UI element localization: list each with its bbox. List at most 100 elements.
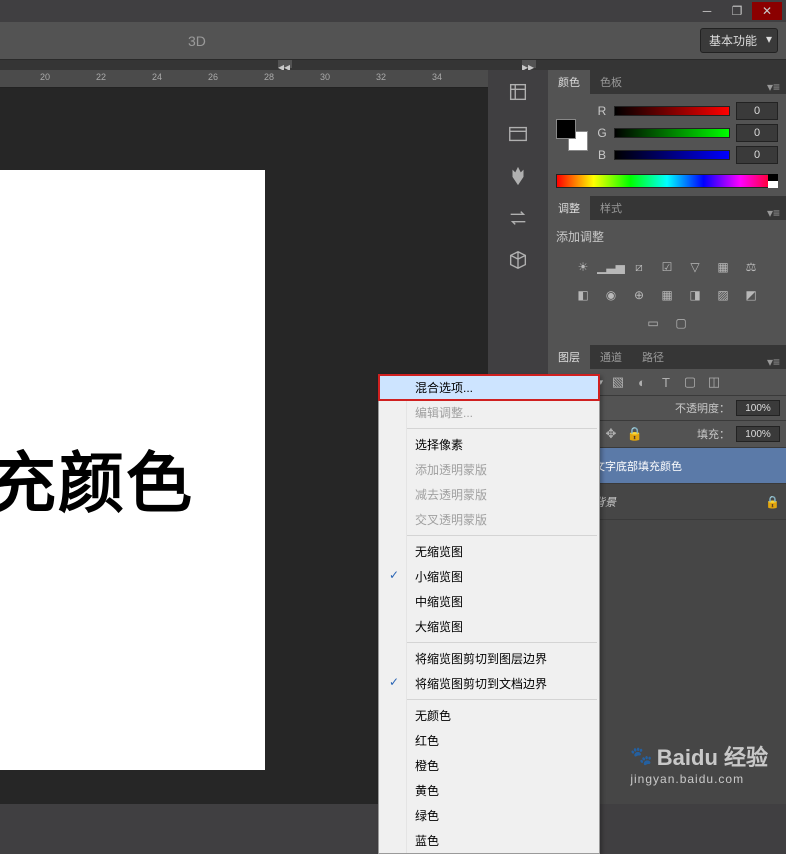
exposure-icon[interactable]: ☑ — [657, 257, 677, 277]
b-input[interactable] — [736, 146, 778, 164]
lock-icon: 🔒 — [765, 495, 780, 509]
swap-icon[interactable] — [506, 206, 530, 230]
ctx-item[interactable]: 红色 — [379, 728, 599, 753]
ruler-tick: 28 — [264, 72, 274, 82]
panel-menu-icon[interactable]: ▾≡ — [761, 355, 786, 369]
workspace-selector[interactable]: 基本功能 — [700, 28, 778, 53]
ctx-item-label: 橙色 — [415, 759, 439, 773]
ctx-item[interactable]: 无颜色 — [379, 703, 599, 728]
ctx-item[interactable]: 将缩览图剪切到图层边界 — [379, 646, 599, 671]
paw-icon: 🐾 — [630, 746, 652, 767]
minimize-button[interactable]: ─ — [692, 2, 722, 20]
panel-menu-icon[interactable]: ▾≡ — [761, 80, 786, 94]
properties-icon[interactable] — [506, 122, 530, 146]
ctx-item-label: 无缩览图 — [415, 545, 463, 559]
close-button[interactable]: ✕ — [752, 2, 782, 20]
ctx-item-label: 红色 — [415, 734, 439, 748]
workspace-label: 基本功能 — [709, 34, 757, 48]
ruler-tick: 30 — [320, 72, 330, 82]
opacity-input[interactable]: 100% — [736, 400, 780, 416]
ctx-item[interactable]: 大缩览图 — [379, 614, 599, 639]
layer-name: 文字底部填充颜色 — [594, 458, 780, 474]
color-panel: R G B — [548, 94, 786, 196]
ctx-item-label: 将缩览图剪切到图层边界 — [415, 652, 547, 666]
canvas-document[interactable]: 充颜色 — [0, 170, 265, 770]
history-icon[interactable] — [506, 80, 530, 104]
brush-icon[interactable] — [506, 164, 530, 188]
g-label: G — [596, 126, 608, 140]
filter-pixel-icon[interactable]: ▧ — [609, 373, 627, 391]
ctx-item-label: 无颜色 — [415, 709, 451, 723]
ctx-item[interactable]: 蓝色 — [379, 828, 599, 853]
ctx-separator — [381, 642, 597, 643]
g-slider[interactable] — [614, 128, 730, 138]
brightness-icon[interactable]: ☀ — [573, 257, 593, 277]
maximize-button[interactable]: ❐ — [722, 2, 752, 20]
color-swatch[interactable] — [556, 119, 588, 151]
canvas-text-content: 充颜色 — [0, 430, 194, 526]
ctx-separator — [381, 428, 597, 429]
hue-icon[interactable]: ▦ — [713, 257, 733, 277]
tab-paths[interactable]: 路径 — [632, 345, 674, 369]
ctx-item[interactable]: 绿色 — [379, 803, 599, 828]
curves-icon[interactable]: ⧄ — [629, 257, 649, 277]
context-menu: 混合选项...编辑调整...选择像素添加透明蒙版减去透明蒙版交叉透明蒙版无缩览图… — [378, 374, 600, 854]
ctx-separator — [381, 535, 597, 536]
ctx-item-label: 绿色 — [415, 809, 439, 823]
ctx-item-label: 混合选项... — [415, 381, 473, 395]
cube-icon[interactable] — [506, 248, 530, 272]
ctx-item[interactable]: 选择像素 — [379, 432, 599, 457]
panel-menu-icon[interactable]: ▾≡ — [761, 206, 786, 220]
tab-styles[interactable]: 样式 — [590, 196, 632, 220]
ruler-tick: 24 — [152, 72, 162, 82]
hue-spectrum[interactable] — [556, 174, 778, 188]
filter-shape-icon[interactable]: ▢ — [681, 373, 699, 391]
ctx-item[interactable]: ✓小缩览图 — [379, 564, 599, 589]
lock-pos-icon[interactable]: ✥ — [602, 425, 620, 443]
check-icon: ✓ — [389, 568, 399, 582]
posterize-icon[interactable]: ▨ — [713, 285, 733, 305]
layers-panel-tabs: 图层 通道 路径 ▾≡ — [548, 345, 786, 369]
lookup-icon[interactable]: ▦ — [657, 285, 677, 305]
tab-color[interactable]: 颜色 — [548, 70, 590, 94]
ctx-item: 交叉透明蒙版 — [379, 507, 599, 532]
gradient-map-icon[interactable]: ▭ — [643, 313, 663, 333]
balance-icon[interactable]: ⚖ — [741, 257, 761, 277]
watermark-text: Baidu 经验 — [657, 740, 768, 772]
photo-filter-icon[interactable]: ◉ — [601, 285, 621, 305]
lock-all-icon[interactable]: 🔒 — [626, 425, 644, 443]
flyout-handle-icon[interactable]: ◂◂ — [278, 60, 292, 68]
invert-icon[interactable]: ◨ — [685, 285, 705, 305]
threshold-icon[interactable]: ◩ — [741, 285, 761, 305]
ctx-item[interactable]: ✓将缩览图剪切到文档边界 — [379, 671, 599, 696]
filter-smart-icon[interactable]: ◫ — [705, 373, 723, 391]
adjustments-panel: 添加调整 ☀ ▁▃▅ ⧄ ☑ ▽ ▦ ⚖ ◧ ◉ ⊕ ▦ ◨ ▨ ◩ ▭ ▢ — [548, 220, 786, 345]
menu-3d[interactable]: 3D — [188, 33, 206, 49]
tab-adjustments[interactable]: 调整 — [548, 196, 590, 220]
flyout-handle-icon[interactable]: ▸▸ — [522, 60, 536, 68]
tab-swatches[interactable]: 色板 — [590, 70, 632, 94]
filter-adjust-icon[interactable]: ◐ — [633, 373, 651, 391]
r-slider[interactable] — [614, 106, 730, 116]
ctx-item[interactable]: 无缩览图 — [379, 539, 599, 564]
mixer-icon[interactable]: ⊕ — [629, 285, 649, 305]
fill-input[interactable]: 100% — [736, 426, 780, 442]
ctx-item[interactable]: 黄色 — [379, 778, 599, 803]
foreground-swatch[interactable] — [556, 119, 576, 139]
vibrance-icon[interactable]: ▽ — [685, 257, 705, 277]
tab-channels[interactable]: 通道 — [590, 345, 632, 369]
ctx-item[interactable]: 混合选项... — [379, 375, 599, 400]
ctx-item[interactable]: 橙色 — [379, 753, 599, 778]
rgb-sliders: R G B — [596, 102, 778, 168]
ctx-item: 添加透明蒙版 — [379, 457, 599, 482]
levels-icon[interactable]: ▁▃▅ — [601, 257, 621, 277]
filter-type-icon[interactable]: T — [657, 373, 675, 391]
b-slider[interactable] — [614, 150, 730, 160]
ctx-item-label: 选择像素 — [415, 438, 463, 452]
selective-icon[interactable]: ▢ — [671, 313, 691, 333]
r-input[interactable] — [736, 102, 778, 120]
bw-icon[interactable]: ◧ — [573, 285, 593, 305]
tab-layers[interactable]: 图层 — [548, 345, 590, 369]
g-input[interactable] — [736, 124, 778, 142]
ctx-item[interactable]: 中缩览图 — [379, 589, 599, 614]
